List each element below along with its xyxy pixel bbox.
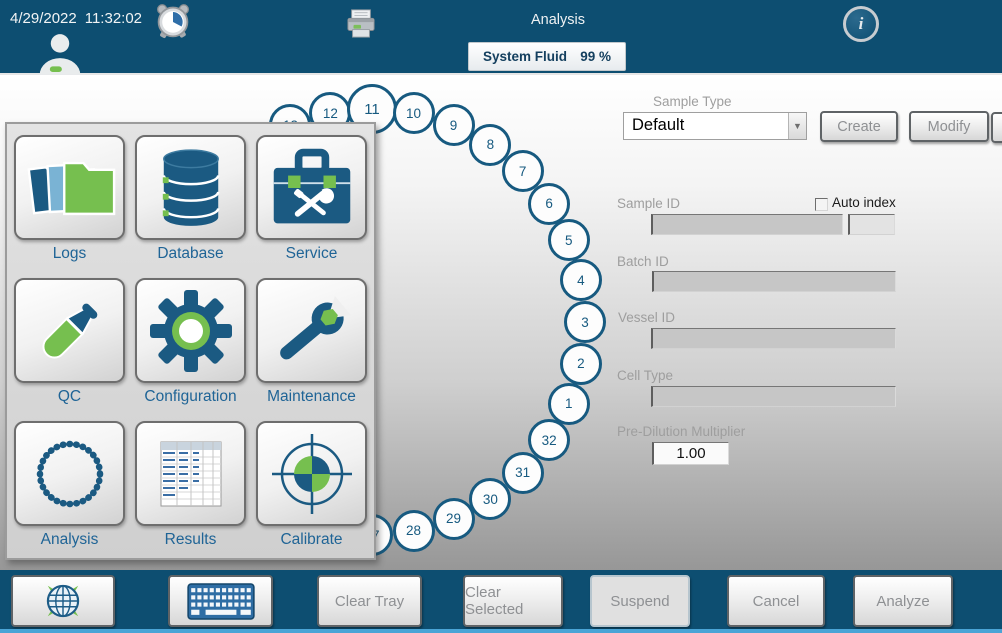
sample-id-label: Sample ID xyxy=(617,196,680,211)
create-button[interactable]: Create xyxy=(820,111,898,142)
keyboard-button[interactable] xyxy=(168,575,273,627)
keyboard-icon xyxy=(187,583,255,620)
menu-label-logs: Logs xyxy=(53,245,87,263)
menu-label-configuration: Configuration xyxy=(144,388,236,406)
menu-item-maintenance[interactable]: Maintenance xyxy=(256,278,367,421)
analyzer-app-window: 4/29/202211:32:02 Analy xyxy=(0,0,1002,633)
sample-type-dropdown[interactable]: Default ▼ xyxy=(623,112,807,140)
pre-dilution-label: Pre-Dilution Multiplier xyxy=(617,424,745,439)
ampoule-icon xyxy=(30,291,110,371)
cutoff-button[interactable] xyxy=(991,112,1002,143)
tray-position-5[interactable]: 5 xyxy=(548,219,590,261)
time-text: 11:32:02 xyxy=(85,10,142,27)
clear-tray-button[interactable]: Clear Tray xyxy=(317,575,422,627)
menu-label-analysis: Analysis xyxy=(41,531,99,549)
auto-index-label: Auto index xyxy=(832,195,896,210)
menu-label-database: Database xyxy=(157,245,223,263)
dot-ring-icon xyxy=(31,435,109,513)
bottom-bar: Clear Tray Clear Selected Suspend Cancel… xyxy=(0,570,1002,633)
menu-item-configuration[interactable]: Configuration xyxy=(135,278,246,421)
chevron-down-icon[interactable]: ▼ xyxy=(788,113,806,139)
clock-icon[interactable] xyxy=(155,3,191,40)
sample-type-value: Default xyxy=(624,113,788,139)
tray-position-2[interactable]: 2 xyxy=(560,343,602,385)
analyze-button[interactable]: Analyze xyxy=(853,575,953,627)
main-menu-panel: Logs Database xyxy=(5,122,376,560)
wrench-icon xyxy=(270,289,354,373)
info-icon[interactable]: i xyxy=(843,6,879,42)
menu-label-qc: QC xyxy=(58,388,81,406)
printer-icon[interactable] xyxy=(345,8,377,38)
gear-icon xyxy=(149,289,233,373)
cell-type-label: Cell Type xyxy=(617,368,673,383)
user-icon[interactable] xyxy=(36,32,84,75)
auto-index-checkbox[interactable] xyxy=(815,198,828,211)
system-fluid-value: 99 % xyxy=(580,49,611,64)
menu-item-results[interactable]: Results xyxy=(135,421,246,564)
menu-label-service: Service xyxy=(286,245,338,263)
system-fluid-indicator[interactable]: System Fluid 99 % xyxy=(468,42,626,71)
tray-position-6[interactable]: 6 xyxy=(528,183,570,225)
pre-dilution-field[interactable]: 1.00 xyxy=(652,442,729,465)
menu-item-calibrate[interactable]: Calibrate xyxy=(256,421,367,564)
cell-type-field xyxy=(651,386,896,407)
menu-label-calibrate: Calibrate xyxy=(280,531,342,549)
menu-item-database[interactable]: Database xyxy=(135,135,246,278)
tray-position-3[interactable]: 3 xyxy=(564,301,606,343)
menu-label-maintenance: Maintenance xyxy=(267,388,356,406)
database-icon xyxy=(156,147,226,229)
crosshair-icon xyxy=(270,432,354,516)
sample-index-field xyxy=(848,214,895,235)
date-text: 4/29/2022 xyxy=(10,10,77,27)
top-bar: 4/29/202211:32:02 Analy xyxy=(0,0,1002,75)
cancel-button[interactable]: Cancel xyxy=(727,575,825,627)
batch-id-field xyxy=(652,271,896,292)
sample-type-label: Sample Type xyxy=(653,94,732,109)
clear-selected-button[interactable]: Clear Selected xyxy=(463,575,563,627)
suspend-button[interactable]: Suspend xyxy=(590,575,690,627)
vessel-id-field xyxy=(651,328,896,349)
vessel-id-label: Vessel ID xyxy=(618,310,675,325)
tray-position-29[interactable]: 29 xyxy=(433,498,475,540)
folders-icon xyxy=(24,149,116,227)
system-fluid-label: System Fluid xyxy=(483,49,567,64)
sample-id-field xyxy=(651,214,843,235)
toolbox-icon xyxy=(268,147,356,229)
menu-item-logs[interactable]: Logs xyxy=(14,135,125,278)
menu-item-qc[interactable]: QC xyxy=(14,278,125,421)
batch-id-label: Batch ID xyxy=(617,254,669,269)
page-title: Analysis xyxy=(478,12,638,28)
navigate-button[interactable] xyxy=(11,575,115,627)
modify-button[interactable]: Modify xyxy=(909,111,989,142)
tray-position-1[interactable]: 1 xyxy=(548,383,590,425)
menu-item-analysis[interactable]: Analysis xyxy=(14,421,125,564)
tray-position-28[interactable]: 28 xyxy=(393,510,435,552)
menu-item-service[interactable]: Service xyxy=(256,135,367,278)
globe-icon xyxy=(40,578,86,624)
menu-label-results: Results xyxy=(165,531,217,549)
table-icon xyxy=(153,437,229,511)
tray-position-9[interactable]: 9 xyxy=(433,104,475,146)
datetime-display: 4/29/2022 11:32:02 xyxy=(10,10,150,27)
tray-position-10[interactable]: 10 xyxy=(393,92,435,134)
